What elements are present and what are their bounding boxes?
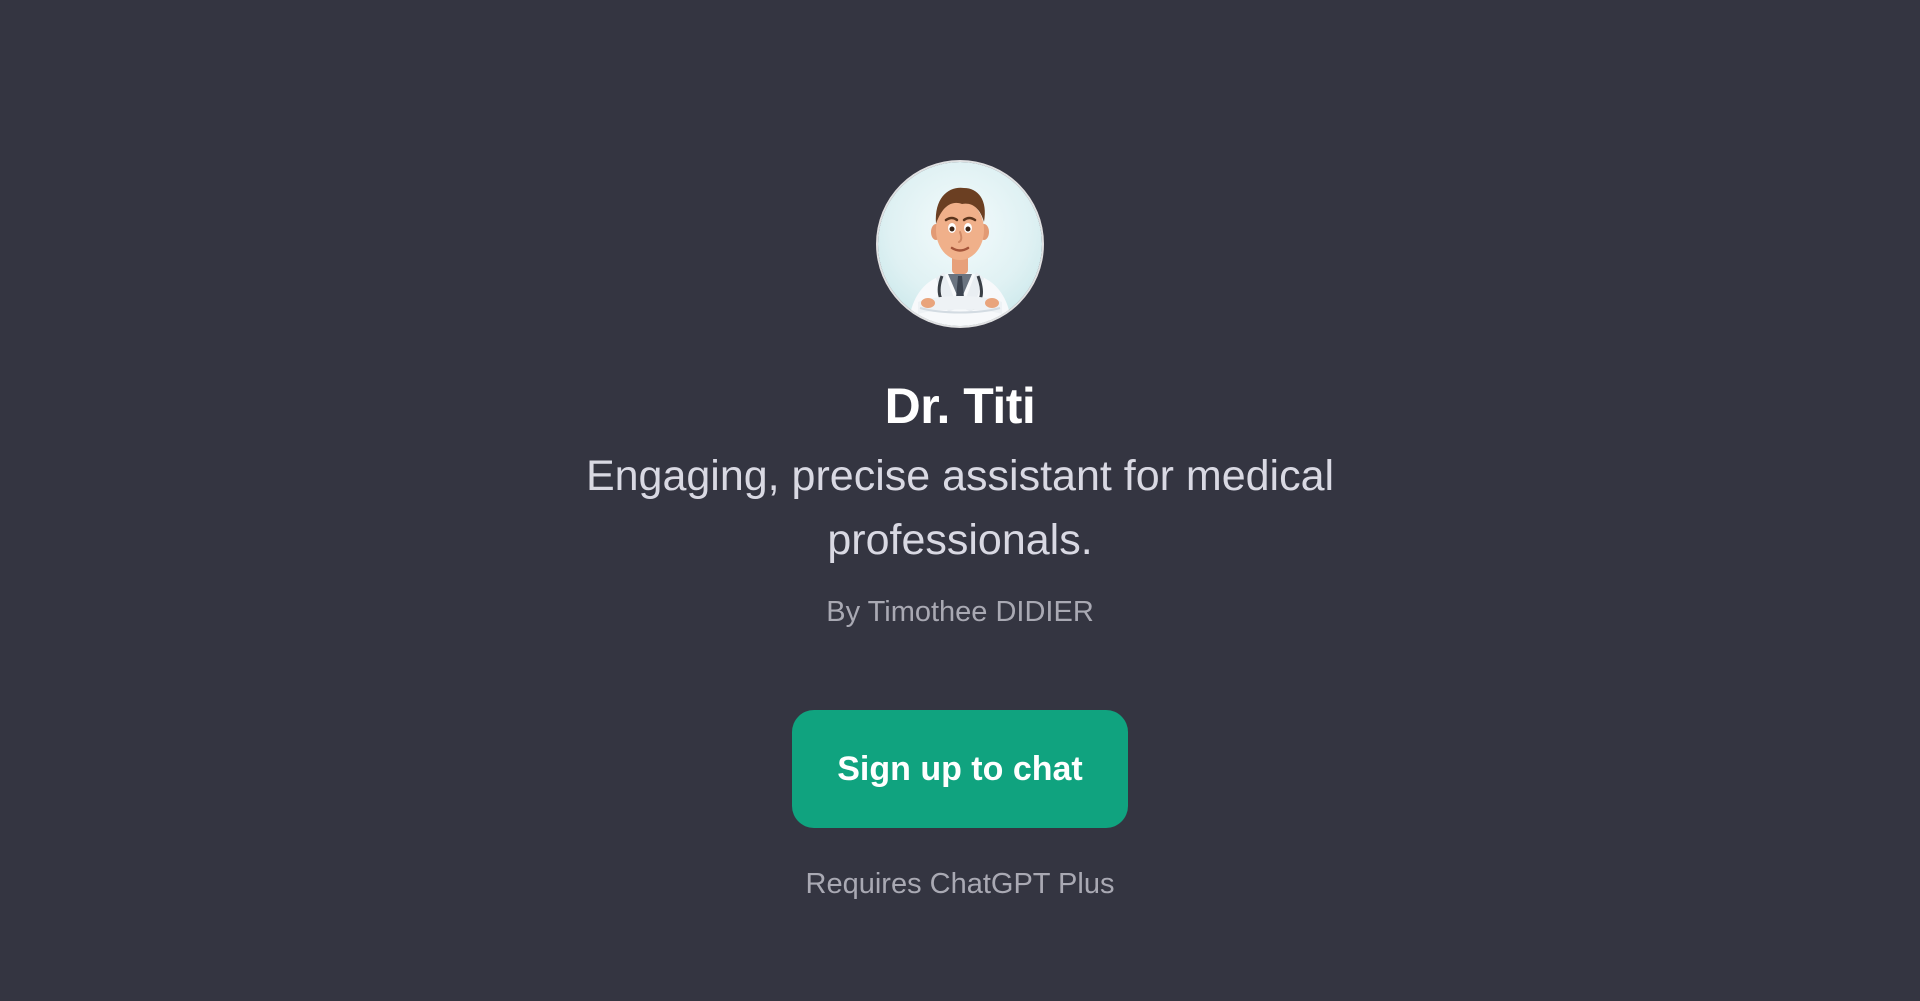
gpt-description: Engaging, precise assistant for medical … xyxy=(585,452,1335,564)
gpt-author: By Timothee DIDIER xyxy=(826,596,1094,628)
sign-up-to-chat-button[interactable]: Sign up to chat xyxy=(792,710,1128,828)
gpt-title: Dr. Titi xyxy=(884,378,1036,434)
doctor-avatar-icon xyxy=(878,162,1042,326)
gpt-landing-page: Dr. Titi Engaging, precise assistant for… xyxy=(0,0,1920,1001)
plan-requirement-note: Requires ChatGPT Plus xyxy=(805,868,1115,900)
